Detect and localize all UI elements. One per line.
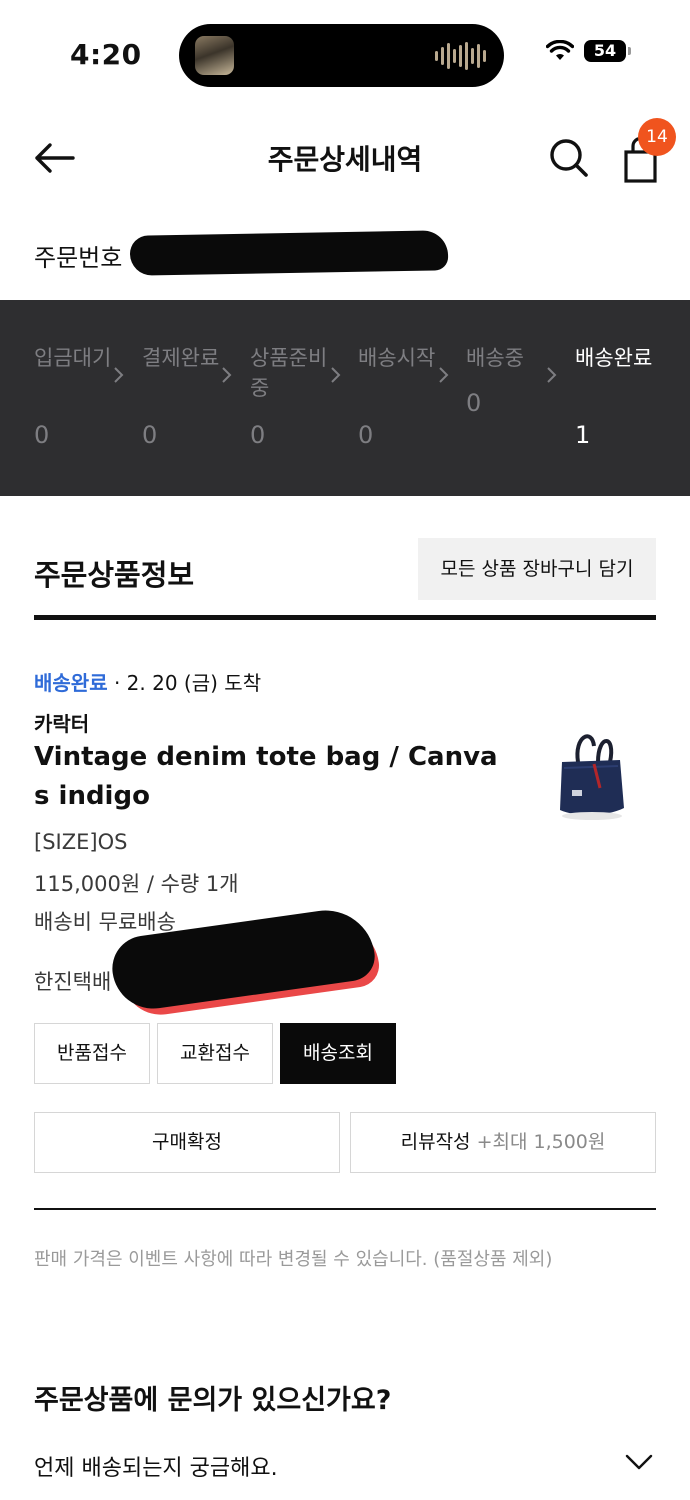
- review-reward: +최대 1,500원: [476, 1131, 606, 1153]
- faq-item[interactable]: 언제 배송되는지 궁금해요.: [34, 1450, 278, 1482]
- status-bar: 4:20 54: [0, 0, 690, 100]
- wifi-icon: [546, 40, 574, 60]
- step-label: 입금대기: [34, 346, 112, 370]
- progress-step-payment-complete: 결제완료 0: [142, 343, 232, 449]
- delivery-progress: 입금대기 0 결제완료 0 상품준비중 0 배송시작 0 배송중 0 배송완료 …: [0, 300, 690, 496]
- chevron-down-icon[interactable]: [624, 1452, 654, 1472]
- faq-title: 주문상품에 문의가 있으신가요?: [34, 1385, 392, 1416]
- confirm-purchase-button[interactable]: 구매확정: [34, 1112, 340, 1173]
- step-label: 배송완료: [575, 346, 653, 370]
- delivery-status: 배송완료: [34, 671, 108, 695]
- review-label: 리뷰작성: [400, 1131, 471, 1153]
- progress-step-pending-deposit: 입금대기 0: [34, 343, 124, 449]
- add-all-to-cart-button[interactable]: 모든 상품 장바구니 담기: [418, 538, 656, 600]
- app-header: 주문상세내역: [0, 112, 690, 202]
- section-title: 주문상품정보: [34, 558, 195, 592]
- step-count: 0: [466, 389, 482, 417]
- chevron-right-icon: [331, 367, 341, 383]
- dynamic-island: [179, 24, 504, 87]
- chevron-right-icon: [222, 367, 232, 383]
- step-count: 0: [358, 421, 374, 449]
- exchange-request-button[interactable]: 교환접수: [157, 1023, 273, 1084]
- price-notice: 판매 가격은 이벤트 사항에 따라 변경될 수 있습니다. (품절상품 제외): [34, 1249, 553, 1270]
- cart-count-badge: 14: [638, 118, 676, 156]
- step-label: 상품준비중: [250, 346, 328, 400]
- product-thumbnail[interactable]: [548, 728, 638, 824]
- redacted-order-number: [129, 230, 449, 276]
- step-label: 배송중: [466, 346, 524, 370]
- brand-name[interactable]: 카락터: [34, 708, 89, 737]
- step-count: 0: [34, 421, 50, 449]
- step-count: 0: [142, 421, 158, 449]
- progress-step-in-transit: 배송중 0: [466, 343, 556, 417]
- progress-step-delivered: 배송완료 1: [575, 343, 665, 449]
- battery-icon: 54: [584, 40, 631, 62]
- return-request-button[interactable]: 반품접수: [34, 1023, 150, 1084]
- track-delivery-button[interactable]: 배송조회: [280, 1023, 396, 1084]
- progress-step-preparing: 상품준비중 0: [250, 343, 340, 449]
- arrival-date: · 2. 20 (금) 도착: [107, 671, 262, 695]
- section-divider: [34, 1208, 656, 1210]
- status-indicators: 54: [546, 40, 631, 62]
- chevron-right-icon: [114, 367, 124, 383]
- write-review-button[interactable]: 리뷰작성 +최대 1,500원: [350, 1112, 656, 1173]
- progress-step-shipping-started: 배송시작 0: [358, 343, 448, 449]
- price-quantity: 115,000원 / 수량 1개: [34, 872, 239, 896]
- status-time: 4:20: [70, 38, 142, 71]
- audio-wave-icon: [435, 42, 486, 70]
- now-playing-artwork: [195, 36, 234, 75]
- search-icon: [550, 139, 588, 177]
- delivery-status-line: 배송완료 · 2. 20 (금) 도착: [34, 667, 261, 696]
- shipping-fee: 배송비 무료배송: [34, 910, 176, 934]
- product-name[interactable]: Vintage denim tote bag / Canvas indigo: [34, 738, 504, 816]
- step-count: 0: [250, 421, 266, 449]
- product-option: [SIZE]OS: [34, 830, 128, 854]
- step-label: 결제완료: [142, 346, 220, 370]
- chevron-right-icon: [439, 367, 449, 383]
- tote-bag-image: [560, 734, 624, 820]
- step-label: 배송시작: [358, 346, 436, 370]
- courier-name: 한진택배: [34, 970, 112, 994]
- search-button[interactable]: [545, 134, 593, 182]
- order-number-label: 주문번호: [34, 244, 123, 272]
- section-divider: [34, 615, 656, 620]
- step-count: 1: [575, 421, 591, 449]
- chevron-right-icon: [547, 367, 557, 383]
